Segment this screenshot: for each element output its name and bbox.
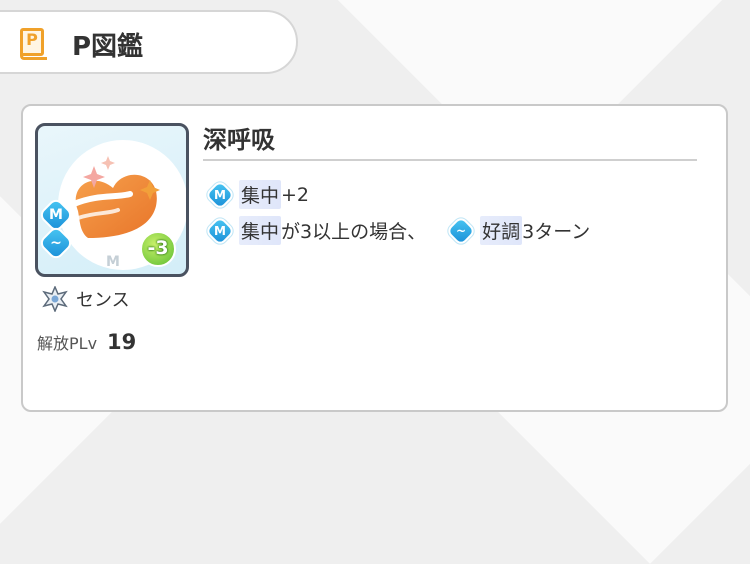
- effect-keyword: 集中: [239, 180, 282, 209]
- skill-type-label: センス: [76, 290, 130, 311]
- skill-card-image[interactable]: M ~ M -3: [35, 123, 189, 277]
- effect-text: 3ターン: [522, 221, 591, 243]
- image-mark: M: [106, 254, 120, 270]
- cost-value: -3: [147, 237, 169, 259]
- concentration-icon: M: [207, 217, 233, 244]
- unlock-level-value: 19: [107, 330, 137, 354]
- skill-type: センス: [42, 286, 130, 312]
- unlock-level-label: 解放PLv: [37, 334, 98, 353]
- cost-badge: -3: [140, 231, 176, 267]
- divider: [203, 159, 697, 161]
- effect-line: M 集中 が3以上の場合、 ~ 好調 3ターン: [207, 216, 590, 245]
- sense-icon: [42, 286, 68, 312]
- page-header: P P図鑑: [0, 10, 298, 74]
- skill-name: 深呼吸: [203, 126, 275, 154]
- concentration-badge-icon: M: [40, 199, 72, 231]
- good-condition-icon: ~: [448, 217, 474, 244]
- unlock-level: 解放PLv 19: [37, 330, 136, 354]
- page-title: P図鑑: [72, 32, 144, 62]
- good-condition-badge-icon: ~: [40, 227, 72, 259]
- effect-text: が3以上の場合、: [281, 221, 427, 243]
- effect-keyword: 好調: [480, 216, 523, 245]
- concentration-icon: M: [207, 181, 233, 208]
- effect-keyword: 集中: [239, 216, 282, 245]
- effect-line: M 集中 +2: [207, 180, 309, 209]
- book-icon-letter: P: [26, 30, 38, 49]
- p-book-icon: P: [20, 28, 47, 60]
- skill-card: M ~ M -3 センス 解放PLv 19 深呼吸 M 集中 +2 M 集中 が…: [21, 104, 728, 412]
- effect-text: +2: [281, 183, 310, 206]
